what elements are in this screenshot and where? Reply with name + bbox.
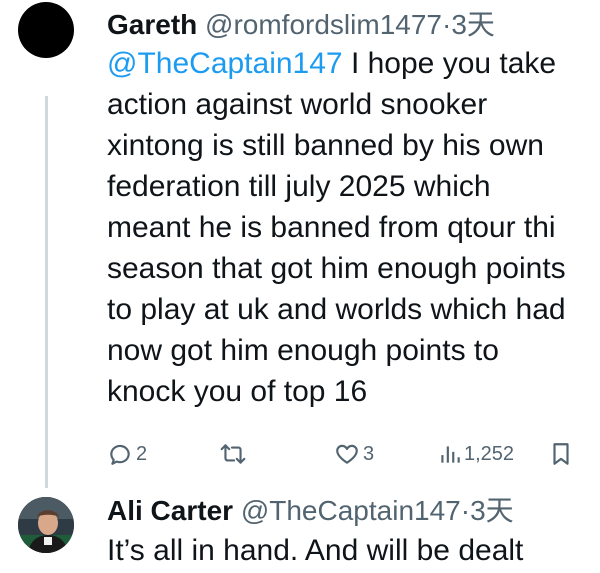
tweet-text-line: It’s all in hand. And will be dealt bbox=[107, 534, 524, 567]
tweet-text: It’s all in hand. And will be dealt bbox=[107, 530, 600, 571]
reply-icon bbox=[107, 441, 133, 467]
tweet-header: Ali Carter @TheCaptain147·3天 bbox=[107, 494, 514, 528]
reply-button[interactable]: 2 bbox=[107, 436, 147, 472]
timestamp[interactable]: 3天 bbox=[470, 495, 514, 526]
like-count: 3 bbox=[363, 442, 375, 465]
display-name[interactable]: Gareth bbox=[107, 9, 197, 40]
retweet-button[interactable] bbox=[219, 436, 250, 472]
tweet-thread: Gareth @romfordslim1477·3天 @TheCaptain14… bbox=[0, 0, 600, 573]
tweet-header: Gareth @romfordslim1477·3天 bbox=[107, 8, 495, 42]
separator-dot: · bbox=[441, 9, 452, 40]
avatar[interactable] bbox=[18, 2, 74, 58]
user-handle[interactable]: @romfordslim1477 bbox=[205, 9, 442, 40]
tweet-text-line: xintong is still banned by his own bbox=[107, 129, 544, 162]
mention-link[interactable]: @TheCaptain147 bbox=[107, 47, 343, 80]
separator-dot: · bbox=[460, 495, 471, 526]
bookmark-button[interactable] bbox=[550, 436, 572, 472]
views-button[interactable]: 1,252 bbox=[439, 436, 514, 472]
views-count: 1,252 bbox=[464, 442, 515, 465]
user-handle[interactable]: @TheCaptain147 bbox=[241, 495, 461, 526]
avatar[interactable] bbox=[18, 497, 74, 553]
tweet-text-line: meant he is banned from qtour thi bbox=[107, 211, 556, 244]
heart-icon bbox=[334, 441, 360, 467]
display-name[interactable]: Ali Carter bbox=[107, 495, 233, 526]
timestamp[interactable]: 3天 bbox=[451, 9, 495, 40]
avatar-photo bbox=[18, 497, 74, 553]
tweet-text-line: knock you of top 16 bbox=[107, 375, 368, 408]
tweet-text-line: federation till july 2025 which bbox=[107, 170, 491, 203]
tweet-action-bar: 2 3 1,252 bbox=[0, 436, 600, 472]
bookmark-icon bbox=[550, 441, 572, 467]
tweet-text-line: action against world snooker bbox=[107, 88, 488, 121]
like-button[interactable]: 3 bbox=[334, 436, 374, 472]
tweet-text-line: season that got him enough points bbox=[107, 252, 566, 285]
tweet-text-line: now got him enough points to bbox=[107, 334, 499, 367]
tweet-text-line: to play at uk and worlds which had bbox=[107, 293, 566, 326]
views-icon bbox=[439, 441, 461, 467]
tweet-text: @TheCaptain147 I hope you take action ag… bbox=[107, 43, 600, 412]
retweet-icon bbox=[219, 441, 247, 467]
tweet-text-line: @TheCaptain147 I hope you take bbox=[107, 43, 600, 84]
thread-connector-line bbox=[45, 96, 48, 488]
reply-count: 2 bbox=[136, 442, 148, 465]
tweet-text-segment: I hope you take bbox=[342, 47, 557, 80]
